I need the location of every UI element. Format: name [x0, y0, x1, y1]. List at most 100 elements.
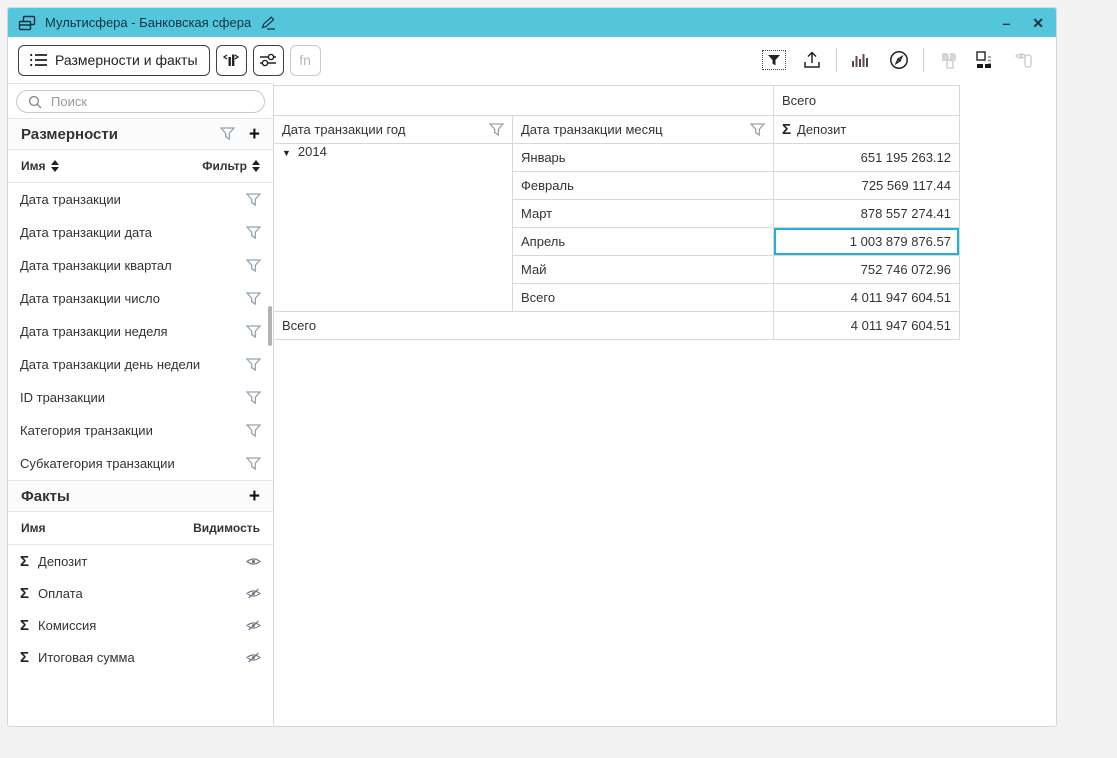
app-window: Мультисфера - Банковская сфера – ✕ Разме	[7, 7, 1057, 727]
navigator-icon[interactable]	[885, 47, 913, 73]
filter-icon[interactable]	[246, 226, 261, 240]
sort-icon	[51, 160, 59, 172]
sigma-icon: Σ	[20, 553, 29, 570]
sidebar: Размерности + Имя Фильтр	[8, 83, 274, 727]
pivot-table: Всего Дата транзакции год Дата транзакци…	[273, 85, 960, 340]
facts-list: Σ Депозит Σ Оплата	[8, 545, 273, 673]
month-column-header[interactable]: Дата транзакции месяц	[513, 116, 774, 144]
toolbar-separator	[836, 48, 837, 72]
filter-selection-icon[interactable]	[760, 47, 788, 73]
value-cell[interactable]: 725 569 117.44	[774, 172, 960, 200]
fact-item[interactable]: Σ Депозит	[8, 545, 273, 577]
dimensions-facts-button[interactable]: Размерности и факты	[18, 45, 210, 76]
dimension-item[interactable]: Дата транзакции неделя	[8, 315, 273, 348]
sigma-icon: Σ	[20, 585, 29, 602]
facts-columns-row: Имя Видимость	[8, 512, 273, 545]
dimension-item[interactable]: Дата транзакции	[8, 183, 273, 216]
grand-total-value-cell[interactable]: 4 011 947 604.51	[774, 312, 960, 340]
dimension-item[interactable]: Категория транзакции	[8, 414, 273, 447]
column-width-icon	[222, 52, 240, 68]
month-cell[interactable]: Январь	[513, 144, 774, 172]
filter-icon[interactable]	[246, 193, 261, 207]
dimensions-title: Размерности	[21, 126, 118, 143]
column-width-button[interactable]	[216, 45, 247, 76]
minimize-button[interactable]: –	[1002, 16, 1010, 30]
filter-icon[interactable]	[489, 123, 504, 137]
eye-off-icon[interactable]	[246, 652, 261, 663]
filter-icon[interactable]	[750, 123, 765, 137]
sort-icon	[252, 160, 260, 172]
year-group-cell[interactable]: ▼2014	[274, 144, 513, 312]
eye-off-icon[interactable]	[246, 620, 261, 631]
fact-item[interactable]: Σ Итоговая сумма	[8, 641, 273, 673]
dimension-item[interactable]: Дата транзакции число	[8, 282, 273, 315]
month-cell[interactable]: Март	[513, 200, 774, 228]
copy-icon[interactable]	[934, 47, 962, 73]
sidebar-scrollbar[interactable]	[268, 306, 272, 346]
add-dimension-icon[interactable]: +	[249, 125, 260, 144]
eye-off-icon[interactable]	[246, 588, 261, 599]
fn-label: fn	[299, 52, 311, 68]
dimensions-list: Дата транзакции Дата транзакции дата Дат…	[8, 183, 273, 480]
month-cell[interactable]: Апрель	[513, 228, 774, 256]
dimensions-filter-icon[interactable]	[220, 127, 235, 141]
toolbar: Размерности и факты	[8, 37, 1056, 83]
filter-icon[interactable]	[246, 457, 261, 471]
dimensions-sort-name[interactable]: Имя	[21, 159, 59, 173]
hidden-view-icon[interactable]	[1010, 47, 1038, 73]
dimension-item[interactable]: Дата транзакции дата	[8, 216, 273, 249]
column-total-header[interactable]: Всего	[774, 86, 960, 116]
filter-icon[interactable]	[246, 424, 261, 438]
value-cell[interactable]: 878 557 274.41	[774, 200, 960, 228]
chart-icon[interactable]	[847, 47, 875, 73]
add-fact-icon[interactable]: +	[249, 487, 260, 506]
sigma-icon: Σ	[782, 121, 791, 138]
view-settings-button[interactable]	[253, 45, 284, 76]
layout-structure-icon[interactable]	[972, 47, 1000, 73]
sliders-icon	[259, 52, 277, 68]
pivot-area: Всего Дата транзакции год Дата транзакци…	[274, 83, 1056, 727]
dimension-item[interactable]: Дата транзакции квартал	[8, 249, 273, 282]
year-column-header[interactable]: Дата транзакции год	[274, 116, 513, 144]
filter-icon[interactable]	[246, 325, 261, 339]
dimension-item[interactable]: Дата транзакции день недели	[8, 348, 273, 381]
pivot-corner-cell	[274, 86, 774, 116]
pivot-row: ▼2014 Январь 651 195 263.12	[274, 144, 960, 172]
facts-section-header: Факты +	[8, 480, 273, 512]
grand-total-row: Всего 4 011 947 604.51	[274, 312, 960, 340]
month-cell[interactable]: Май	[513, 256, 774, 284]
dimensions-facts-label: Размерности и факты	[55, 52, 198, 68]
close-button[interactable]: ✕	[1032, 16, 1044, 30]
search-box[interactable]	[16, 90, 265, 113]
selected-value-cell[interactable]: 1 003 879 876.57	[774, 228, 960, 256]
dimension-item[interactable]: ID транзакции	[8, 381, 273, 414]
spheres-icon[interactable]	[18, 15, 36, 31]
dimensions-columns-row: Имя Фильтр	[8, 150, 273, 183]
fact-item[interactable]: Σ Комиссия	[8, 609, 273, 641]
fact-item[interactable]: Σ Оплата	[8, 577, 273, 609]
collapse-icon[interactable]: ▼	[282, 148, 291, 158]
month-cell[interactable]: Февраль	[513, 172, 774, 200]
grand-total-label-cell[interactable]: Всего	[274, 312, 774, 340]
value-cell[interactable]: 752 746 072.96	[774, 256, 960, 284]
export-icon[interactable]	[798, 47, 826, 73]
dimension-item[interactable]: Субкатегория транзакции	[8, 447, 273, 480]
filter-icon[interactable]	[246, 358, 261, 372]
measure-column-header[interactable]: Σ Депозит	[774, 116, 960, 144]
search-input[interactable]	[49, 93, 253, 110]
rename-pencil-icon[interactable]	[260, 16, 276, 30]
month-subtotal-cell[interactable]: Всего	[513, 284, 774, 312]
value-cell[interactable]: 651 195 263.12	[774, 144, 960, 172]
formula-button[interactable]: fn	[290, 45, 321, 76]
search-icon	[28, 95, 42, 109]
value-cell[interactable]: 4 011 947 604.51	[774, 284, 960, 312]
filter-icon[interactable]	[246, 391, 261, 405]
dimensions-sort-filter[interactable]: Фильтр	[202, 159, 260, 173]
filter-icon[interactable]	[246, 292, 261, 306]
titlebar: Мультисфера - Банковская сфера – ✕	[8, 8, 1056, 37]
dimensions-section-header: Размерности +	[8, 118, 273, 150]
filter-icon[interactable]	[246, 259, 261, 273]
eye-icon[interactable]	[246, 556, 261, 567]
sigma-icon: Σ	[20, 649, 29, 666]
toolbar-separator	[923, 48, 924, 72]
